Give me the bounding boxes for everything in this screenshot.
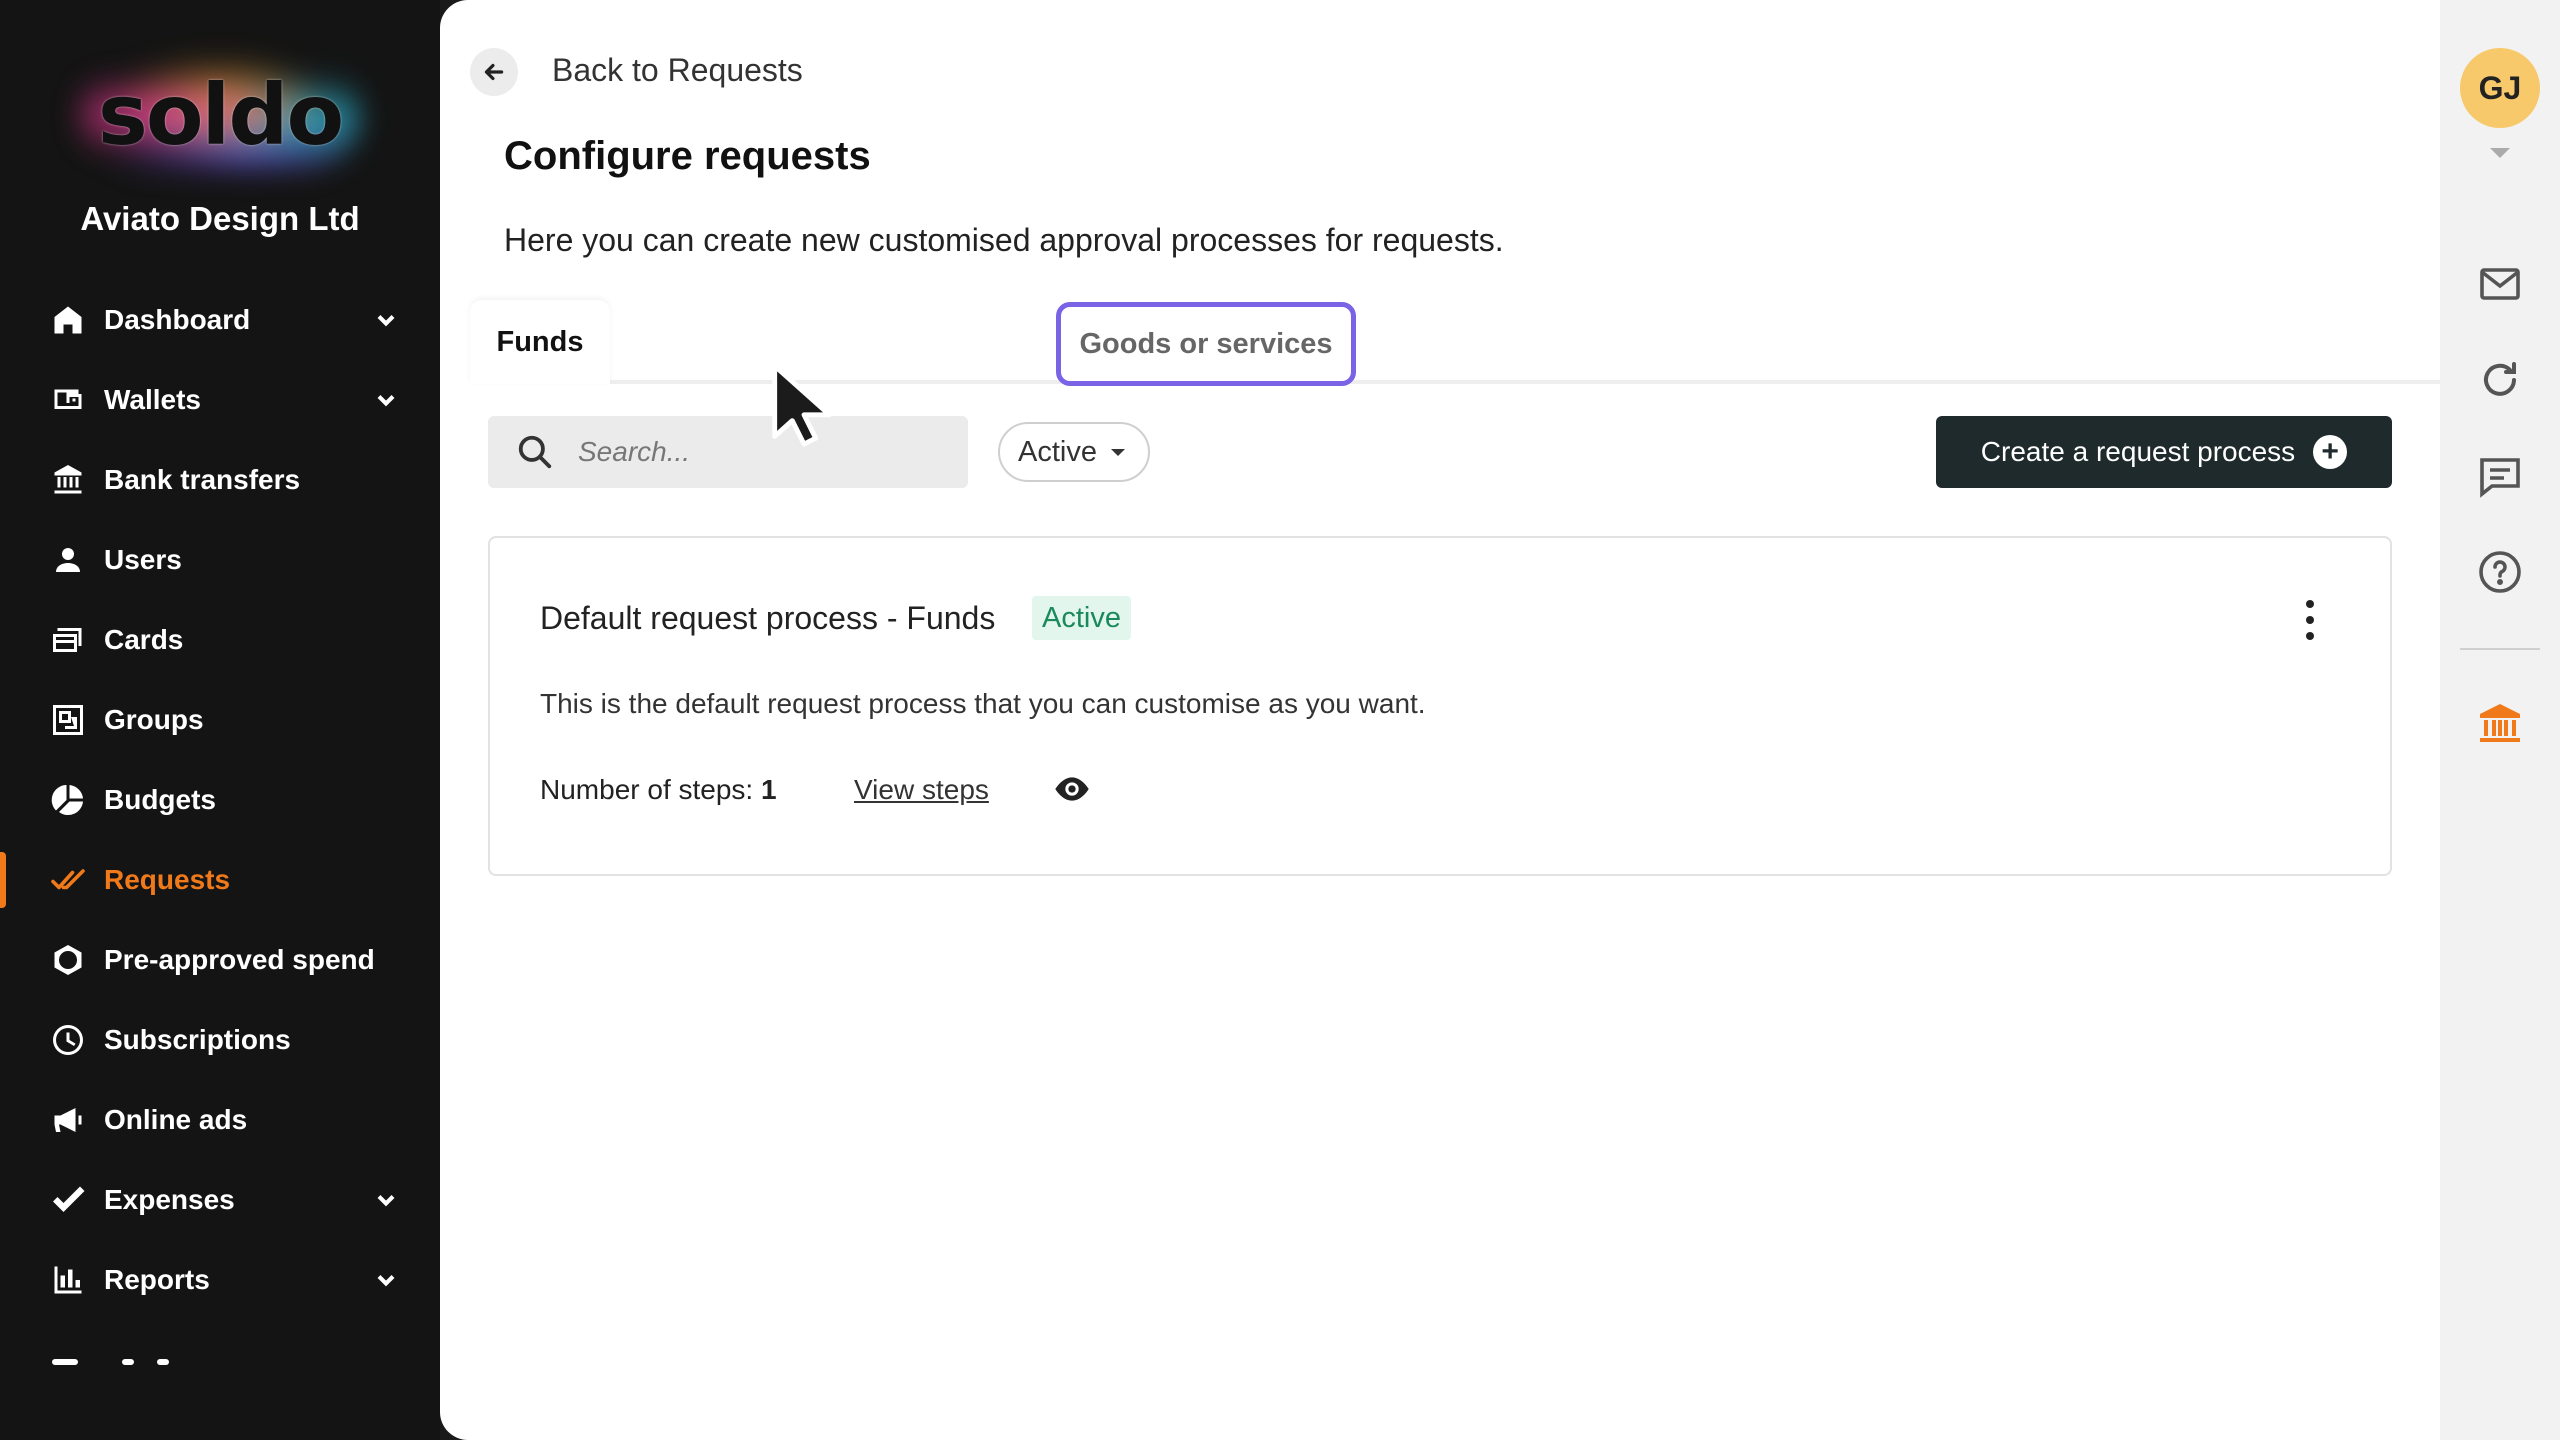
- chevron-down-icon[interactable]: [372, 1266, 400, 1294]
- clock-icon: [48, 1020, 88, 1060]
- budget-pie-icon: [48, 780, 88, 820]
- search-icon: [518, 435, 552, 469]
- sidebar-item-label: Expenses: [104, 1184, 235, 1215]
- avatar[interactable]: GJ: [2460, 48, 2540, 128]
- sidebar-item-label: Pre-approved spend: [104, 944, 375, 975]
- status-filter-dropdown[interactable]: Active: [998, 422, 1150, 482]
- status-filter-value: Active: [1018, 435, 1097, 468]
- bank-icon[interactable]: [2476, 700, 2524, 748]
- logo-text: soldo: [97, 66, 344, 164]
- bank-transfer-icon: [48, 460, 88, 500]
- sidebar-item-label: Groups: [104, 704, 204, 735]
- bar-chart-icon: [48, 1260, 88, 1300]
- sidebar-item-label: Dashboard: [104, 304, 251, 335]
- search-placeholder: Search...: [578, 436, 691, 467]
- search-input[interactable]: Search...: [488, 416, 968, 488]
- sidebar-item-expenses[interactable]: Expenses: [0, 1160, 440, 1240]
- tab-funds[interactable]: Funds: [470, 300, 610, 384]
- request-process-card: Default request process - Funds Active T…: [488, 536, 2392, 876]
- sidebar-nav: Dashboard Wallets Bank transfers Users C…: [0, 280, 440, 1320]
- page-description: Here you can create new customised appro…: [504, 222, 1504, 258]
- sidebar-item-label: Reports: [104, 1264, 210, 1295]
- tab-goods-or-services[interactable]: Goods or services: [1056, 302, 1356, 386]
- sidebar-item-label: Requests: [104, 864, 231, 895]
- sidebar-item-bank-transfers[interactable]: Bank transfers: [0, 440, 440, 520]
- caret-down-icon: [1110, 448, 1125, 456]
- rail-divider: [2460, 648, 2540, 650]
- app-window: soldo Aviato Design Ltd Dashboard Wallet…: [0, 0, 2560, 1440]
- groups-icon: [48, 700, 88, 740]
- create-request-process-button[interactable]: Create a request process +: [1936, 416, 2392, 488]
- tab-bar: Funds: [470, 300, 2440, 384]
- sidebar-item-wallets[interactable]: Wallets: [0, 360, 440, 440]
- mail-icon[interactable]: [2476, 260, 2524, 308]
- sidebar-item-label: Users: [104, 544, 182, 575]
- sidebar-item-groups[interactable]: Groups: [0, 680, 440, 760]
- back-button[interactable]: [470, 48, 518, 96]
- process-title: Default request process - Funds: [540, 600, 996, 636]
- mouse-cursor-icon: [772, 363, 832, 447]
- sidebar-item-online-ads[interactable]: Online ads: [0, 1080, 440, 1160]
- requests-check-icon: [48, 860, 88, 900]
- sidebar-item-cards[interactable]: Cards: [0, 600, 440, 680]
- hexagon-icon: [48, 940, 88, 980]
- megaphone-icon: [48, 1100, 88, 1140]
- steps-label: Number of steps:: [540, 774, 754, 805]
- user-icon: [48, 540, 88, 580]
- create-button-label: Create a request process: [1980, 436, 2296, 467]
- checkmark-icon: [48, 1180, 88, 1220]
- chevron-down-icon[interactable]: [372, 1186, 400, 1214]
- right-rail: GJ: [2440, 0, 2560, 1440]
- avatar-caret-icon[interactable]: [2490, 148, 2510, 158]
- sidebar-item-requests[interactable]: Requests: [0, 840, 440, 920]
- process-description: This is the default request process that…: [540, 688, 1426, 719]
- sidebar-item-label: Bank transfers: [104, 464, 301, 495]
- chat-icon[interactable]: [2476, 452, 2524, 500]
- sidebar-item-pre-approved-spend[interactable]: Pre-approved spend: [0, 920, 440, 1000]
- refresh-icon[interactable]: [2476, 356, 2524, 404]
- back-link[interactable]: Back to Requests: [552, 52, 803, 89]
- company-name: Aviato Design Ltd: [80, 200, 360, 237]
- sidebar-item-label: Budgets: [104, 784, 216, 815]
- sidebar-item-label: Wallets: [104, 384, 201, 415]
- steps-count: Number of steps: 1: [540, 774, 777, 806]
- sidebar-item-reports[interactable]: Reports: [0, 1240, 440, 1320]
- sidebar-item-label: Subscriptions: [104, 1024, 291, 1055]
- sidebar-item-dashboard[interactable]: Dashboard: [0, 280, 440, 360]
- plus-circle-icon: +: [2313, 435, 2348, 469]
- sidebar-item-label: Online ads: [104, 1104, 248, 1135]
- sidebar-item-users[interactable]: Users: [0, 520, 440, 600]
- sidebar-item-label: Cards: [104, 624, 184, 655]
- main-content: Back to Requests Configure requests Here…: [440, 0, 2440, 1440]
- chevron-down-icon[interactable]: [372, 306, 400, 334]
- chevron-down-icon[interactable]: [372, 386, 400, 414]
- steps-value: 1: [760, 774, 777, 805]
- soldo-logo[interactable]: soldo: [60, 50, 380, 180]
- view-steps-link[interactable]: View steps: [854, 774, 989, 806]
- cards-icon: [48, 620, 88, 660]
- status-badge: Active: [1032, 596, 1131, 640]
- arrow-left-icon: [484, 63, 504, 81]
- home-icon: [48, 300, 88, 340]
- eye-icon[interactable]: [1052, 772, 1092, 806]
- help-icon[interactable]: [2476, 548, 2524, 596]
- sidebar-item-subscriptions[interactable]: Subscriptions: [0, 1000, 440, 1080]
- sidebar-item-cutoff: [48, 1345, 188, 1365]
- wallet-icon: [48, 380, 88, 420]
- sidebar-item-budgets[interactable]: Budgets: [0, 760, 440, 840]
- more-options-icon[interactable]: [2300, 600, 2320, 640]
- page-title: Configure requests: [504, 134, 871, 178]
- sidebar: soldo Aviato Design Ltd Dashboard Wallet…: [0, 0, 440, 1440]
